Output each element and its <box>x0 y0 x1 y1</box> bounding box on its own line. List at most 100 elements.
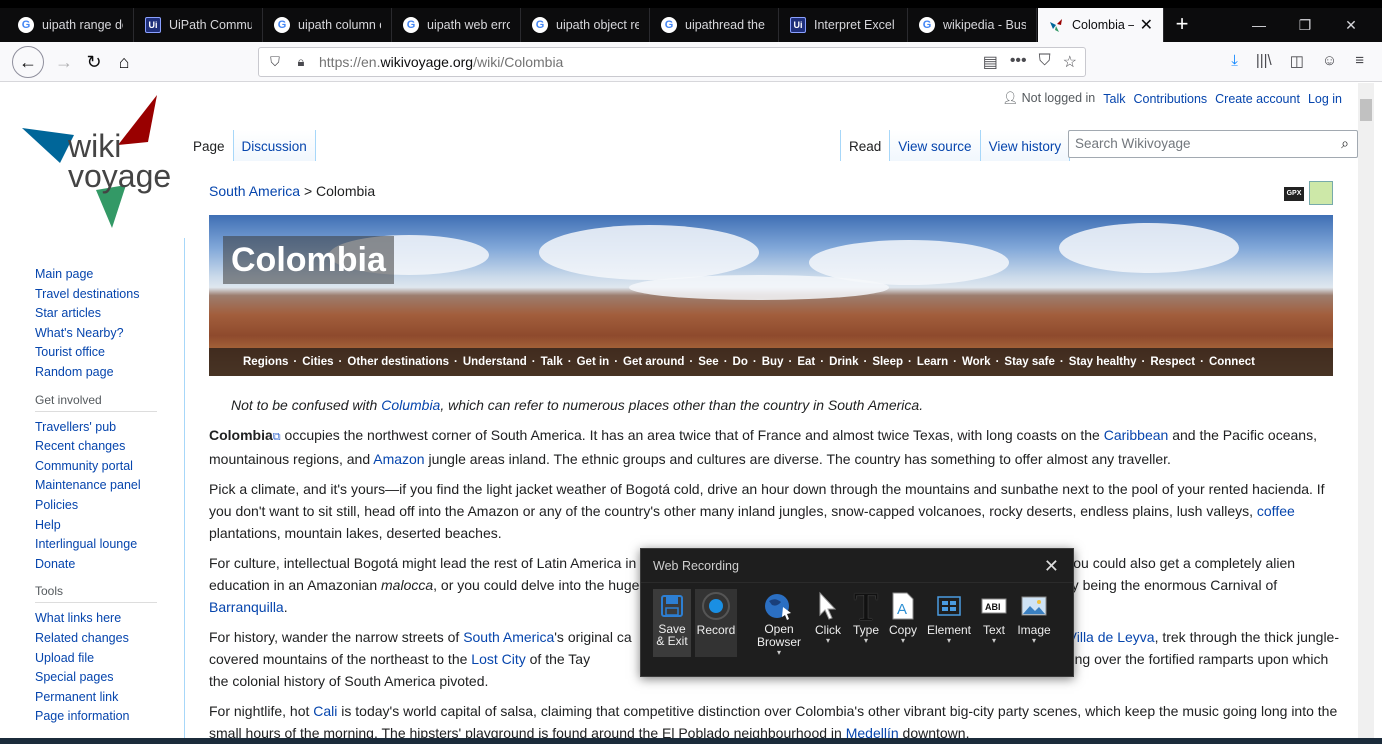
sidebar-icon[interactable]: ◫ <box>1290 52 1304 70</box>
sidebar-link[interactable]: Recent changes <box>35 437 184 457</box>
sidebar-link[interactable]: What's Nearby? <box>35 324 184 344</box>
url-text[interactable]: https://en.wikivoyage.org/wiki/Colombia <box>319 54 563 70</box>
sidebar-link[interactable]: Interlingual lounge <box>35 535 184 555</box>
sidebar-link[interactable]: Permanent link <box>35 688 184 708</box>
article-link[interactable]: Caribbean <box>1104 427 1169 443</box>
browser-tab[interactable]: Ui Interpret Excel R <box>780 8 908 42</box>
type-button[interactable]: T Type ▾ <box>849 584 883 657</box>
menu-icon[interactable]: ≡ <box>1355 52 1364 70</box>
banner-nav-link[interactable]: Get around <box>623 356 684 368</box>
browser-tab[interactable]: Guipath object re <box>522 8 650 42</box>
tab-read[interactable]: Read <box>840 130 891 161</box>
pocket-icon[interactable]: ⛉ <box>1039 52 1051 72</box>
banner-nav-link[interactable]: Connect <box>1209 356 1255 368</box>
map-icon[interactable] <box>1309 181 1333 205</box>
page-actions-icon[interactable]: ••• <box>1010 52 1027 72</box>
sidebar-link[interactable]: Travel destinations <box>35 285 184 305</box>
article-link[interactable]: Cali <box>313 703 337 719</box>
click-button[interactable]: Click ▾ <box>811 589 845 657</box>
account-icon[interactable]: ☺ <box>1322 52 1337 70</box>
save-exit-button[interactable]: Save & Exit <box>653 589 691 657</box>
banner-nav-link[interactable]: Stay safe <box>1004 356 1055 368</box>
article-link[interactable]: Villa de Leyva <box>1068 629 1155 645</box>
article-link[interactable]: Amazon <box>373 451 424 467</box>
tab-view-source[interactable]: View source <box>890 130 981 161</box>
banner-nav-link[interactable]: Eat <box>797 356 815 368</box>
banner-nav-link[interactable]: Work <box>962 356 991 368</box>
banner-nav-link[interactable]: Do <box>733 356 748 368</box>
bookmark-star-icon[interactable]: ☆ <box>1063 52 1077 72</box>
banner-nav-link[interactable]: Regions <box>243 356 288 368</box>
banner-nav-link[interactable]: Respect <box>1150 356 1195 368</box>
sidebar-link[interactable]: Donate <box>35 555 184 575</box>
banner-nav-link[interactable]: Buy <box>762 356 784 368</box>
browser-tab[interactable]: Guipath range do <box>8 8 134 42</box>
image-button[interactable]: Image ▾ <box>1014 589 1054 657</box>
close-window-button[interactable]: ✕ <box>1328 8 1374 42</box>
tab-view-history[interactable]: View history <box>980 130 1071 161</box>
sidebar-link[interactable]: Special pages <box>35 668 184 688</box>
login-link[interactable]: Log in <box>1308 92 1342 106</box>
sidebar-link[interactable]: Maintenance panel <box>35 476 184 496</box>
scrollbar-thumb[interactable] <box>1360 99 1372 121</box>
external-link-icon[interactable]: ⧉ <box>273 431 281 443</box>
shield-icon[interactable]: ⛉ <box>265 54 285 70</box>
gpx-icon[interactable]: GPX <box>1284 187 1304 201</box>
forward-button[interactable]: → <box>50 48 78 76</box>
article-link[interactable]: Lost City <box>471 651 525 667</box>
browser-tab[interactable]: Guipath web error <box>393 8 521 42</box>
banner-nav-link[interactable]: See <box>698 356 718 368</box>
record-button[interactable]: Record <box>695 589 737 657</box>
sidebar-link[interactable]: Policies <box>35 496 184 516</box>
banner-nav-link[interactable]: Get in <box>577 356 610 368</box>
sidebar-link[interactable]: Page information <box>35 707 184 727</box>
browser-tab[interactable]: Gwikipedia - Busc <box>909 8 1037 42</box>
hatnote-link[interactable]: Columbia <box>381 397 440 413</box>
browser-tab[interactable]: Ui UiPath Commun <box>135 8 263 42</box>
breadcrumb-parent-link[interactable]: South America <box>209 183 300 199</box>
lock-icon[interactable]: 🔒︎ <box>291 54 311 70</box>
article-link[interactable]: Barranquilla <box>209 599 284 615</box>
copy-button[interactable]: A Copy ▾ <box>886 589 920 657</box>
tab-discussion[interactable]: Discussion <box>233 130 316 161</box>
reload-button[interactable]: ↻ <box>80 48 108 76</box>
close-icon[interactable]: ✕ <box>1044 549 1059 583</box>
create-account-link[interactable]: Create account <box>1215 92 1300 106</box>
minimize-button[interactable]: — <box>1236 8 1282 42</box>
sidebar-link[interactable]: Random page <box>35 363 184 383</box>
new-tab-button[interactable]: + <box>1170 8 1194 42</box>
sidebar-link[interactable]: Tourist office <box>35 343 184 363</box>
close-tab-icon[interactable]: ✕ <box>1134 15 1153 35</box>
search-icon[interactable]: ⌕ <box>1341 135 1349 152</box>
sidebar-link[interactable]: Related changes <box>35 629 184 649</box>
maximize-button[interactable]: ❐ <box>1282 8 1328 42</box>
tab-page[interactable]: Page <box>185 130 234 161</box>
library-icon[interactable]: |||\ <box>1256 52 1272 70</box>
sidebar-link[interactable]: Travellers' pub <box>35 418 184 438</box>
url-bar[interactable]: ⛉ 🔒︎ https://en.wikivoyage.org/wiki/Colo… <box>258 47 1086 77</box>
browser-tab[interactable]: Guipath column c <box>264 8 392 42</box>
open-browser-button[interactable]: Open Browser ▾ <box>751 589 807 657</box>
article-link[interactable]: South America <box>463 629 554 645</box>
browser-tab[interactable]: Guipathread the r <box>651 8 779 42</box>
talk-link[interactable]: Talk <box>1103 92 1125 106</box>
sidebar-link[interactable]: Community portal <box>35 457 184 477</box>
wikivoyage-logo[interactable]: wiki voyage <box>22 95 172 230</box>
banner-nav-link[interactable]: Sleep <box>872 356 903 368</box>
vertical-scrollbar[interactable] <box>1358 83 1374 744</box>
sidebar-link[interactable]: Upload file <box>35 649 184 669</box>
sidebar-link[interactable]: Star articles <box>35 304 184 324</box>
banner-nav-link[interactable]: Other destinations <box>347 356 449 368</box>
element-button[interactable]: Element ▾ <box>925 589 973 657</box>
text-button[interactable]: ABI Text ▾ <box>977 589 1011 657</box>
reader-view-icon[interactable]: ▤ <box>983 52 998 72</box>
search-input[interactable]: Search Wikivoyage ⌕ <box>1068 130 1358 158</box>
browser-tab-active[interactable]: Colombia – T ✕ <box>1038 8 1164 42</box>
download-icon[interactable]: ⤓ <box>1231 52 1238 70</box>
banner-nav-link[interactable]: Talk <box>541 356 563 368</box>
article-link[interactable]: coffee <box>1257 503 1295 519</box>
sidebar-link[interactable]: What links here <box>35 609 184 629</box>
sidebar-link[interactable]: Help <box>35 516 184 536</box>
banner-nav-link[interactable]: Learn <box>917 356 948 368</box>
home-button[interactable]: ⌂ <box>110 48 138 76</box>
